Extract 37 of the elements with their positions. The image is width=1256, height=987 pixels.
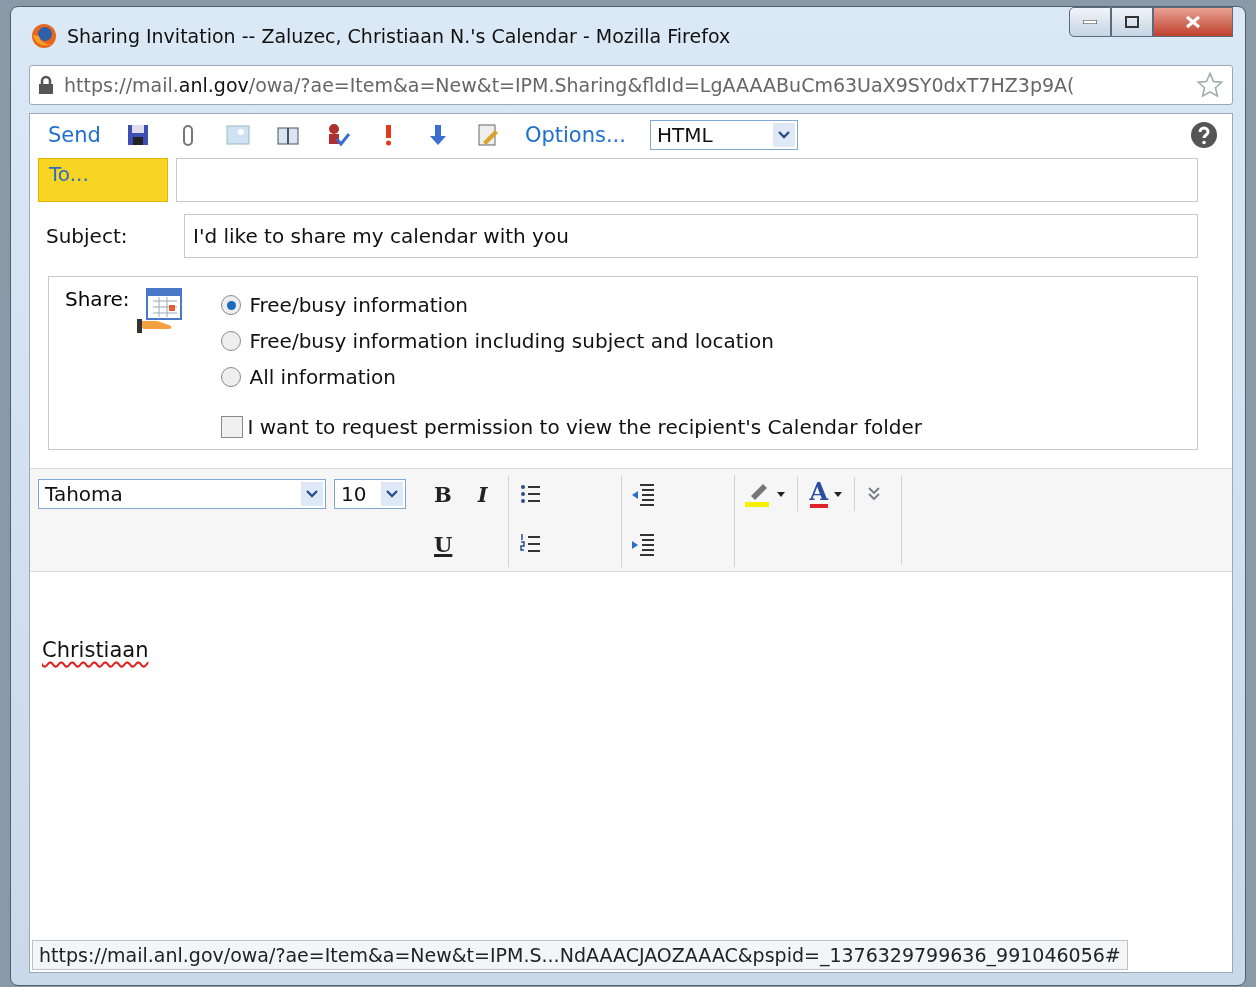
- radio-option[interactable]: Free/busy information including subject and location: [221, 329, 922, 353]
- format-select[interactable]: HTML: [649, 120, 798, 150]
- to-field[interactable]: [176, 158, 1198, 202]
- font-select[interactable]: Tahoma: [38, 479, 326, 509]
- close-button[interactable]: [1153, 7, 1233, 37]
- caret-icon: [834, 491, 843, 497]
- subject-field[interactable]: I'd like to share my calendar with you: [184, 214, 1198, 258]
- options-link[interactable]: Options...: [524, 123, 626, 147]
- radio-option[interactable]: Free/busy information: [221, 293, 922, 317]
- address-bar[interactable]: https://mail.anl.gov/owa/?ae=Item&a=New&t=IPM.Sharing&fldId=LgAAAABuCm63UaX9SY0dxT7HZ3p9A(: [29, 65, 1233, 105]
- close-icon: [1185, 15, 1201, 29]
- share-label: Share:: [65, 287, 130, 313]
- help-icon[interactable]: [1190, 121, 1218, 149]
- to-button[interactable]: To...: [38, 158, 168, 202]
- maximize-button[interactable]: [1111, 7, 1153, 37]
- star-icon[interactable]: [1196, 71, 1224, 99]
- window-title: Sharing Invitation -- Zaluzec, Christiaan N.'s Calendar - Mozilla Firefox: [67, 25, 732, 47]
- italic-button[interactable]: I: [471, 481, 494, 507]
- send-button[interactable]: Send: [48, 123, 101, 147]
- permission-checkbox[interactable]: I want to request permission to view the recipient's Calendar folder: [221, 415, 922, 439]
- status-url: https://mail.anl.gov/owa/?ae=Item&a=New&t=IPM.S...NdAAACJAOZAAAC&pspid=_1376329799636_991046056#: [32, 940, 1128, 970]
- minimize-button[interactable]: [1069, 7, 1111, 37]
- underline-button[interactable]: U: [428, 531, 459, 557]
- body-text: Christiaan: [42, 638, 149, 662]
- minimize-icon: [1083, 20, 1097, 24]
- indent-icon[interactable]: [629, 531, 656, 557]
- font-size-select[interactable]: 10: [334, 479, 406, 509]
- lock-icon: [38, 75, 54, 95]
- caret-icon: [776, 491, 785, 497]
- radio-option[interactable]: All information: [221, 365, 922, 389]
- bold-button[interactable]: B: [428, 481, 458, 507]
- url-text: https://mail.anl.gov/owa/?ae=Item&a=New&t=IPM.Sharing&fldId=LgAAAABuCm63UaX9SY0dxT7HZ3p9A(: [64, 74, 1076, 96]
- font-color-button[interactable]: A: [809, 480, 829, 508]
- maximize-icon: [1125, 16, 1139, 28]
- browser-logo-icon: [31, 23, 57, 49]
- expand-icon[interactable]: [867, 486, 882, 502]
- subject-label: Subject:: [45, 224, 129, 248]
